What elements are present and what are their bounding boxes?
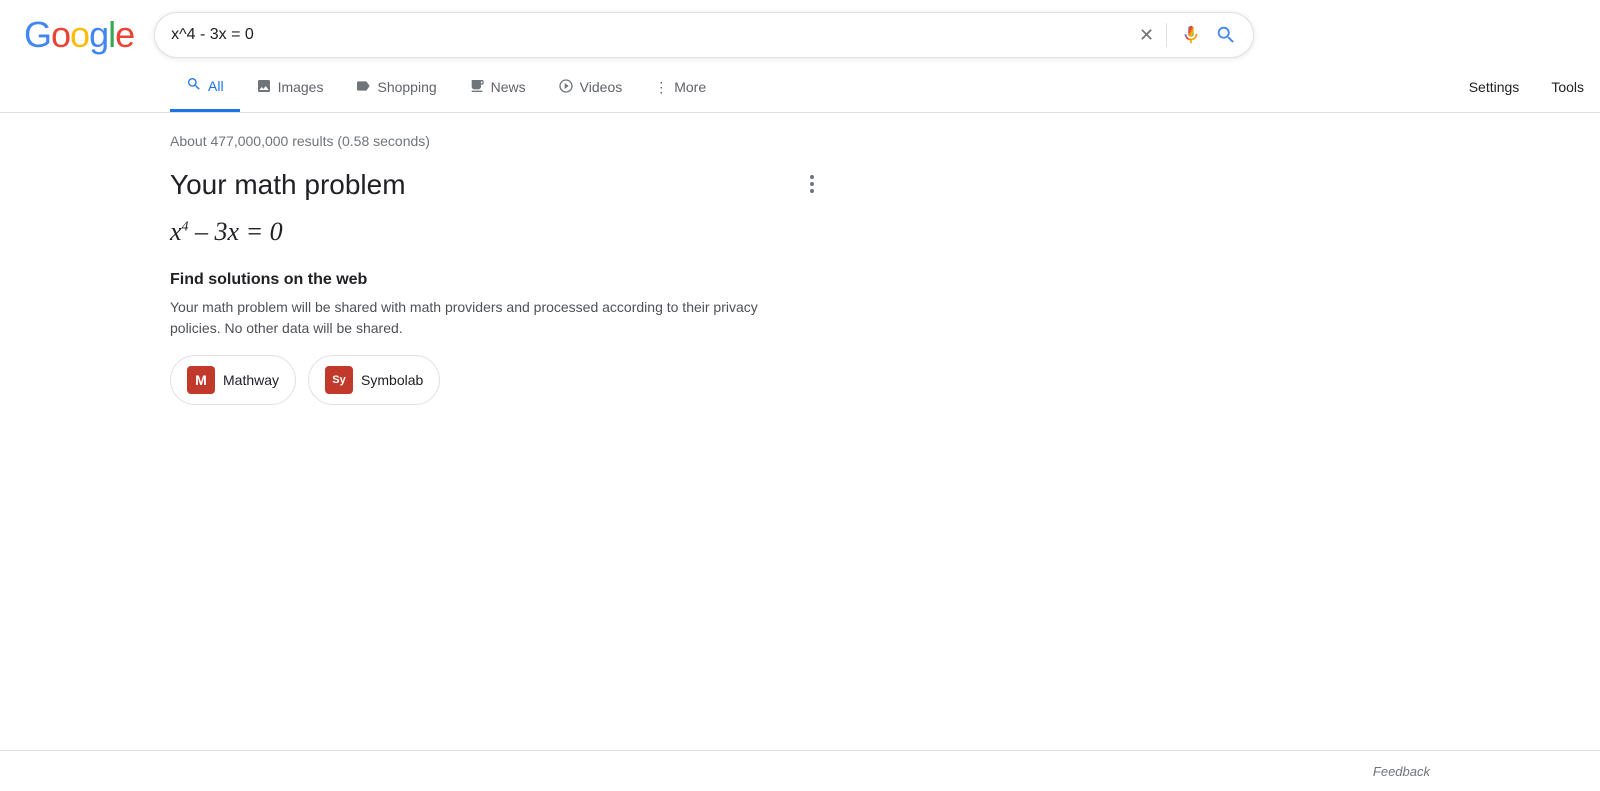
tab-settings-label: Settings [1469, 79, 1520, 95]
footer-bar: Feedback [0, 750, 1600, 791]
tab-images[interactable]: Images [240, 64, 340, 111]
tab-images-label: Images [278, 79, 324, 95]
logo-o1: o [51, 14, 70, 55]
google-logo[interactable]: Google [24, 14, 134, 56]
three-dot-menu[interactable] [804, 169, 820, 199]
solution-providers: M Mathway Sy Symbolab [170, 355, 760, 405]
results-count: About 477,000,000 results (0.58 seconds) [170, 133, 760, 149]
tab-videos-label: Videos [580, 79, 623, 95]
nav-right: Settings Tools [1453, 65, 1600, 109]
news-icon [469, 78, 485, 97]
header: Google ✕ [0, 0, 1600, 58]
feedback-link[interactable]: Feedback [1373, 764, 1430, 779]
mathway-button[interactable]: M Mathway [170, 355, 296, 405]
search-divider [1166, 23, 1167, 47]
shopping-icon [355, 78, 371, 97]
symbolab-button[interactable]: Sy Symbolab [308, 355, 440, 405]
tab-news[interactable]: News [453, 64, 542, 111]
search-input[interactable] [171, 26, 1129, 44]
tab-settings[interactable]: Settings [1453, 65, 1536, 109]
search-bar[interactable]: ✕ [154, 12, 1254, 58]
tab-more-label: More [674, 79, 706, 95]
microphone-icon[interactable] [1179, 23, 1203, 47]
more-dots-icon: ⋮ [654, 79, 668, 96]
images-icon [256, 78, 272, 97]
math-card: Your math problem x4 – 3x = 0 Find solut… [170, 169, 760, 405]
tab-all-label: All [208, 78, 224, 94]
main-content: About 477,000,000 results (0.58 seconds)… [0, 113, 760, 405]
tab-shopping-label: Shopping [377, 79, 436, 95]
logo-e: e [115, 14, 134, 55]
nav-tabs: All Images Shopping News Videos ⋮ More S… [0, 62, 1600, 113]
tab-shopping[interactable]: Shopping [339, 64, 452, 111]
logo-g: G [24, 14, 51, 55]
logo-o2: o [70, 14, 89, 55]
tab-news-label: News [491, 79, 526, 95]
symbolab-label: Symbolab [361, 372, 423, 388]
mathway-label: Mathway [223, 372, 279, 388]
logo-g2: g [89, 14, 108, 55]
find-solutions-title: Find solutions on the web [170, 271, 760, 289]
tab-videos[interactable]: Videos [542, 64, 639, 111]
tab-more[interactable]: ⋮ More [638, 65, 722, 110]
all-icon [186, 76, 202, 95]
tab-tools[interactable]: Tools [1535, 65, 1600, 109]
math-equation: x4 – 3x = 0 [170, 217, 760, 247]
clear-icon[interactable]: ✕ [1139, 25, 1154, 46]
tab-all[interactable]: All [170, 62, 240, 112]
math-problem-title: Your math problem [170, 169, 760, 201]
symbolab-logo: Sy [325, 366, 353, 394]
videos-icon [558, 78, 574, 97]
tab-tools-label: Tools [1551, 79, 1584, 95]
search-bar-container: ✕ [154, 12, 1254, 58]
search-bar-icons: ✕ [1139, 23, 1237, 47]
find-solutions-desc: Your math problem will be shared with ma… [170, 297, 760, 339]
mathway-logo: M [187, 366, 215, 394]
search-submit-icon[interactable] [1215, 24, 1237, 46]
